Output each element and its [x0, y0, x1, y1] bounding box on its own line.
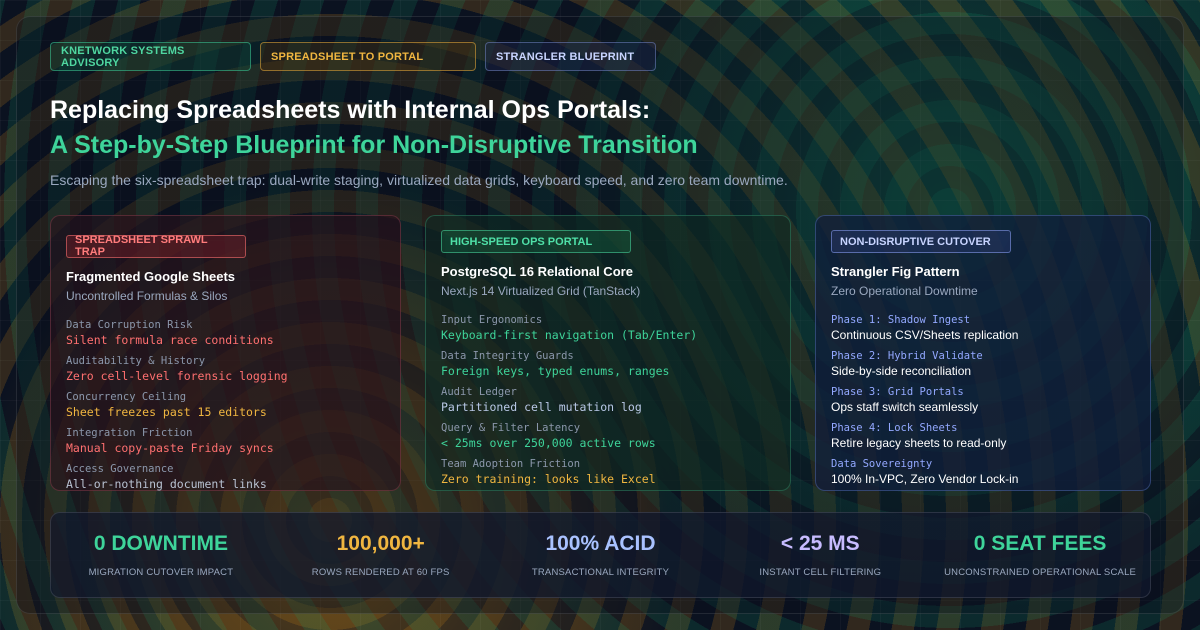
- card-title: Strangler Fig Pattern: [831, 264, 960, 279]
- row-value: Zero cell-level forensic logging: [66, 368, 288, 383]
- row-value: All-or-nothing document links: [66, 476, 267, 491]
- card-cutover: NON-DISRUPTIVE CUTOVER Strangler Fig Pat…: [815, 215, 1151, 491]
- tag-strangler-blueprint: STRANGLER BLUEPRINT: [485, 42, 656, 71]
- stat-label: TRANSACTIONAL INTEGRITY: [531, 567, 670, 578]
- row-value: Continuous CSV/Sheets replication: [831, 328, 1019, 342]
- card-row: Query & Filter Latency < 25ms over 250,0…: [441, 421, 775, 451]
- card-row: Phase 2: Hybrid Validate Side-by-side re…: [831, 349, 1135, 379]
- stat-value: 100,000+: [336, 532, 425, 555]
- card-subtitle: Zero Operational Downtime: [831, 284, 978, 298]
- row-key: Data Corruption Risk: [66, 318, 193, 331]
- row-key: Audit Ledger: [441, 386, 517, 398]
- tag-spreadsheet-to-portal: SPREADSHEET TO PORTAL: [260, 42, 476, 71]
- row-value: Ops staff switch seamlessly: [831, 400, 979, 414]
- card-spreadsheet-trap: SPREADSHEET SPRAWL TRAP Fragmented Googl…: [50, 215, 401, 491]
- stat-label: MIGRATION CUTOVER IMPACT: [88, 567, 234, 578]
- card-subtitle: Next.js 14 Virtualized Grid (TanStack): [441, 284, 641, 298]
- stat-rows: 100,000+ ROWS RENDERED AT 60 FPS: [271, 513, 491, 597]
- stat-label: INSTANT CELL FILTERING: [759, 567, 882, 578]
- card-row: Access Governance All-or-nothing documen…: [66, 462, 385, 492]
- row-key: Phase 2: Hybrid Validate: [831, 350, 983, 362]
- stats-bar: 0 DOWNTIME MIGRATION CUTOVER IMPACT 100,…: [50, 512, 1151, 598]
- card-title: PostgreSQL 16 Relational Core: [441, 264, 633, 279]
- card-badge: NON-DISRUPTIVE CUTOVER: [831, 230, 1011, 253]
- card-row: Concurrency Ceiling Sheet freezes past 1…: [66, 390, 385, 420]
- stat-latency: < 25 MS INSTANT CELL FILTERING: [710, 513, 930, 597]
- card-badge: HIGH-SPEED OPS PORTAL: [441, 230, 631, 253]
- card-row: Phase 3: Grid Portals Ops staff switch s…: [831, 385, 1135, 415]
- page-subtitle: Escaping the six-spreadsheet trap: dual-…: [50, 172, 788, 188]
- card-subtitle: Uncontrolled Formulas & Silos: [66, 288, 228, 303]
- row-key: Auditability & History: [66, 354, 206, 367]
- stat-value: 0 SEAT FEES: [973, 532, 1107, 555]
- row-value: Partitioned cell mutation log: [441, 400, 642, 414]
- card-row: Data Integrity Guards Foreign keys, type…: [441, 349, 775, 379]
- page-title: Replacing Spreadsheets with Internal Ops…: [50, 96, 651, 124]
- card-title: Fragmented Google Sheets: [66, 268, 236, 284]
- row-value: Silent formula race conditions: [66, 332, 274, 347]
- row-value: Manual copy-paste Friday syncs: [66, 440, 274, 455]
- row-value: Sheet freezes past 15 editors: [66, 404, 267, 419]
- card-rows: Input Ergonomics Keyboard-first navigati…: [441, 313, 775, 487]
- row-key: Team Adoption Friction: [441, 458, 581, 470]
- row-key: Access Governance: [66, 462, 174, 475]
- row-value: Retire legacy sheets to read-only: [831, 436, 1007, 450]
- stat-seat-fees: 0 SEAT FEES UNCONSTRAINED OPERATIONAL SC…: [930, 513, 1150, 597]
- row-key: Phase 4: Lock Sheets: [831, 422, 958, 434]
- stat-acid: 100% ACID TRANSACTIONAL INTEGRITY: [491, 513, 711, 597]
- card-row: Data Corruption Risk Silent formula race…: [66, 318, 385, 348]
- row-key: Phase 1: Shadow Ingest: [831, 314, 971, 326]
- stat-value: 0 DOWNTIME: [93, 532, 228, 555]
- row-value: Foreign keys, typed enums, ranges: [441, 364, 670, 378]
- page-title-highlight: A Step-by-Step Blueprint for Non-Disrupt…: [50, 131, 698, 159]
- row-value: Side-by-side reconciliation: [831, 364, 972, 378]
- stat-label: ROWS RENDERED AT 60 FPS: [311, 567, 450, 578]
- card-row: Audit Ledger Partitioned cell mutation l…: [441, 385, 775, 415]
- stat-value: < 25 MS: [780, 532, 860, 555]
- tag-row: KNETWORK SYSTEMS ADVISORY SPREADSHEET TO…: [50, 42, 656, 71]
- card-row: Data Sovereignty 100% In-VPC, Zero Vendo…: [831, 457, 1135, 487]
- stat-value: 100% ACID: [545, 532, 656, 555]
- card-rows: Data Corruption Risk Silent formula race…: [66, 318, 385, 492]
- row-key: Data Sovereignty: [831, 458, 933, 470]
- card-rows: Phase 1: Shadow Ingest Continuous CSV/Sh…: [831, 313, 1135, 487]
- card-row: Phase 4: Lock Sheets Retire legacy sheet…: [831, 421, 1135, 451]
- row-key: Integration Friction: [66, 426, 193, 439]
- tag-advisory: KNETWORK SYSTEMS ADVISORY: [50, 42, 251, 71]
- row-key: Query & Filter Latency: [441, 422, 581, 434]
- card-row: Integration Friction Manual copy-paste F…: [66, 426, 385, 456]
- card-row: Auditability & History Zero cell-level f…: [66, 354, 385, 384]
- row-key: Concurrency Ceiling: [66, 390, 187, 403]
- row-key: Phase 3: Grid Portals: [831, 386, 964, 398]
- row-key: Input Ergonomics: [441, 314, 543, 326]
- card-row: Phase 1: Shadow Ingest Continuous CSV/Sh…: [831, 313, 1135, 343]
- card-row: Input Ergonomics Keyboard-first navigati…: [441, 313, 775, 343]
- row-value: Zero training: looks like Excel: [441, 472, 656, 486]
- card-row: Team Adoption Friction Zero training: lo…: [441, 457, 775, 487]
- row-key: Data Integrity Guards: [441, 350, 574, 362]
- stat-label: UNCONSTRAINED OPERATIONAL SCALE: [944, 567, 1137, 578]
- card-ops-portal: HIGH-SPEED OPS PORTAL PostgreSQL 16 Rela…: [425, 215, 791, 491]
- card-badge: SPREADSHEET SPRAWL TRAP: [66, 234, 246, 258]
- row-value: < 25ms over 250,000 active rows: [441, 436, 656, 450]
- row-value: Keyboard-first navigation (Tab/Enter): [441, 328, 698, 342]
- stat-downtime: 0 DOWNTIME MIGRATION CUTOVER IMPACT: [51, 513, 271, 597]
- row-value: 100% In-VPC, Zero Vendor Lock-in: [831, 472, 1019, 486]
